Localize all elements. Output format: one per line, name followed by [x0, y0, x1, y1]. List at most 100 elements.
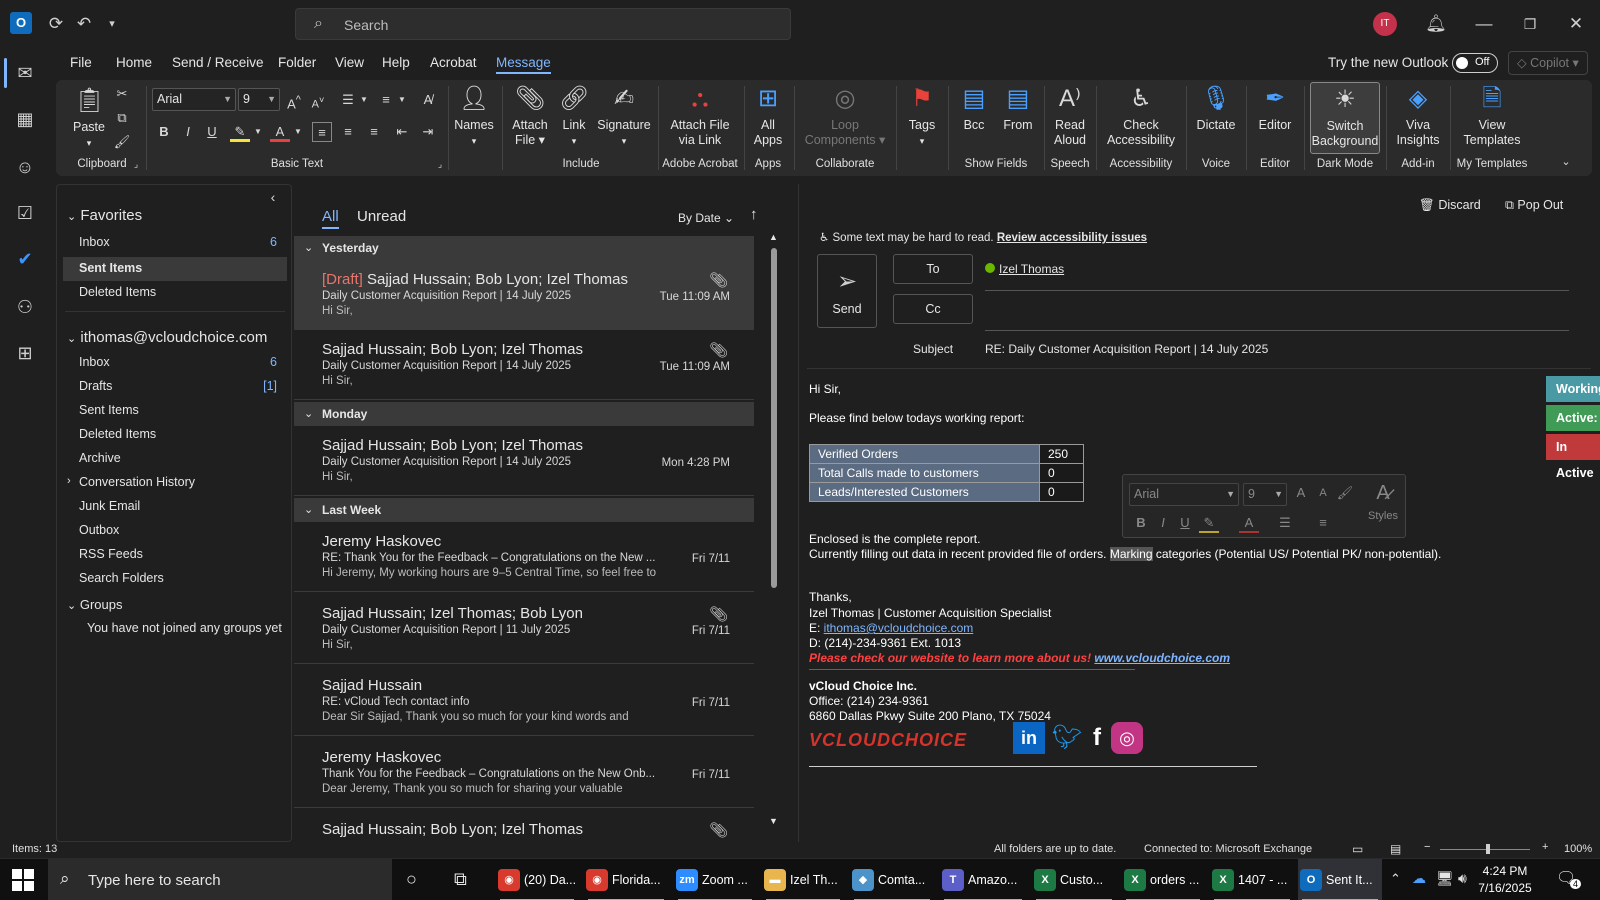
cc-button[interactable]: Cc: [893, 294, 973, 324]
message-item[interactable]: [Draft] Sajjad Hussain; Bob Lyon; Izel T…: [294, 260, 754, 330]
taskbar-app[interactable]: X 1407 - ...: [1210, 859, 1294, 900]
signature-button[interactable]: ✍︎ Signature ▾: [596, 84, 652, 149]
tab-all[interactable]: All: [322, 208, 339, 229]
menu-folder[interactable]: Folder: [278, 55, 316, 70]
loop-components-button[interactable]: ◎ Loop Components ▾: [800, 84, 890, 148]
read-aloud-button[interactable]: A⁾ Read Aloud: [1050, 84, 1090, 148]
folder-deleted-items[interactable]: Deleted Items: [79, 427, 277, 441]
zoom-level[interactable]: 100%: [1564, 843, 1592, 855]
dictate-button[interactable]: 🎙︎ Dictate: [1192, 84, 1240, 133]
volume-icon[interactable]: 🔊︎: [1458, 870, 1467, 887]
discard-button[interactable]: 🗑︎ Discard: [1419, 198, 1481, 213]
align-right-icon[interactable]: ≡: [364, 122, 384, 142]
ribbon-expand-icon[interactable]: ⌄: [1556, 152, 1576, 172]
folder-rss-feeds[interactable]: RSS Feeds: [79, 547, 277, 561]
chevron-down-icon[interactable]: ▼: [248, 122, 268, 142]
taskbar-app[interactable]: T Amazo...: [940, 859, 1026, 900]
highlight-icon[interactable]: ✎: [230, 122, 250, 142]
menu-help[interactable]: Help: [382, 55, 410, 70]
review-accessibility-link[interactable]: Review accessibility issues: [997, 232, 1147, 244]
folder-inbox[interactable]: Inbox 6: [79, 355, 277, 369]
sort-direction-icon[interactable]: ↑: [750, 206, 758, 223]
grow-font-icon[interactable]: A: [1291, 483, 1311, 503]
send-button[interactable]: ➢ Send: [817, 254, 877, 328]
attach-via-link-button[interactable]: ⛬ Attach File via Link: [662, 84, 738, 148]
folder-search-folders[interactable]: Search Folders: [79, 571, 277, 585]
folder-archive[interactable]: Archive: [79, 451, 277, 465]
sync-icon[interactable]: ⟳: [44, 12, 68, 36]
sig-email-link[interactable]: ithomas@vcloudchoice.com: [824, 621, 974, 635]
bcc-button[interactable]: ▤ Bcc: [954, 84, 994, 133]
bullets-icon[interactable]: ☰: [1275, 513, 1295, 533]
font-size-combo[interactable]: 9 ▼: [238, 88, 280, 111]
viva-insights-button[interactable]: ◈ Viva Insights: [1392, 84, 1444, 148]
windows-start-icon[interactable]: [12, 869, 34, 891]
chevron-down-icon[interactable]: ▼: [392, 90, 412, 110]
maximize-icon[interactable]: ❐: [1518, 12, 1542, 36]
scroll-up-icon[interactable]: ▲: [769, 232, 778, 242]
linkedin-icon[interactable]: in: [1013, 722, 1045, 754]
increase-indent-icon[interactable]: ⇥: [418, 122, 438, 142]
search-input[interactable]: [344, 15, 744, 35]
normal-view-icon[interactable]: ▭: [1352, 842, 1363, 856]
mini-font-combo[interactable]: Arial ▼: [1129, 483, 1239, 506]
zoom-in-icon[interactable]: +: [1542, 841, 1548, 853]
all-apps-button[interactable]: ⊞ All Apps: [748, 84, 788, 148]
taskbar-clock[interactable]: 4:24 PM 7/16/2025: [1468, 863, 1542, 897]
folder-outbox[interactable]: Outbox: [79, 523, 277, 537]
side-tab-inactive[interactable]: In Active: [1546, 434, 1600, 480]
highlight-icon[interactable]: ✎: [1199, 513, 1219, 533]
taskbar-app[interactable]: ◉ (20) Da...: [496, 859, 578, 900]
underline-icon[interactable]: U: [202, 122, 222, 142]
collapse-pane-icon[interactable]: ‹: [263, 187, 283, 207]
format-painter-icon[interactable]: 🖌︎: [1335, 483, 1355, 503]
taskbar-app[interactable]: ◆ Comta...: [850, 859, 934, 900]
message-item[interactable]: Jeremy Haskovec RE: Thank You for the Fe…: [294, 522, 754, 592]
scroll-down-icon[interactable]: ▼: [769, 816, 778, 826]
font-color-icon[interactable]: A: [270, 122, 290, 142]
message-item[interactable]: Sajjad Hussain; Bob Lyon; Izel Thomas Da…: [294, 426, 754, 496]
folder-sent-items[interactable]: Sent Items: [79, 403, 277, 417]
names-button[interactable]: 👤︎ Names ▾: [452, 84, 496, 149]
menu-acrobat[interactable]: Acrobat: [430, 55, 477, 70]
chevron-right-icon[interactable]: ›: [67, 475, 71, 487]
align-left-icon[interactable]: ≡: [312, 122, 332, 142]
group-header-yesterday[interactable]: ⌄ Yesterday: [294, 236, 754, 260]
taskbar-app[interactable]: ◉ Florida...: [584, 859, 668, 900]
folder-junk-email[interactable]: Junk Email: [79, 499, 277, 513]
tab-unread[interactable]: Unread: [357, 208, 406, 225]
menu-home[interactable]: Home: [116, 55, 152, 70]
clear-formatting-icon[interactable]: A̸: [418, 90, 438, 110]
menu-file[interactable]: File: [70, 55, 92, 70]
from-button[interactable]: ▤ From: [998, 84, 1038, 133]
customize-toolbar-icon[interactable]: ▾: [100, 12, 124, 36]
pop-out-button[interactable]: ⧉ Pop Out: [1505, 198, 1563, 213]
people-icon[interactable]: ☺: [12, 154, 38, 180]
zoom-slider-thumb[interactable]: [1486, 844, 1490, 854]
folder-fav-inbox[interactable]: Inbox 6: [79, 235, 277, 249]
cut-icon[interactable]: ✂: [112, 84, 132, 104]
message-item[interactable]: Sajjad Hussain; Izel Thomas; Bob Lyon 📎︎…: [294, 594, 754, 664]
paste-button[interactable]: 📋︎ Paste ▾: [70, 86, 108, 151]
view-templates-button[interactable]: 🗎︎ View Templates: [1454, 84, 1530, 148]
sig-website-link[interactable]: www.vcloudchoice.com: [1094, 651, 1230, 665]
minimize-icon[interactable]: —: [1472, 12, 1496, 36]
copy-icon[interactable]: ⧉: [112, 108, 132, 128]
search-box[interactable]: ⌕: [295, 8, 791, 40]
message-item[interactable]: Sajjad Hussain; Bob Lyon; Izel Thomas 📎︎: [294, 810, 754, 842]
styles-button[interactable]: A̷ Styles: [1363, 481, 1403, 524]
twitter-icon[interactable]: 🐦︎: [1051, 722, 1083, 754]
onedrive-icon[interactable]: ☁: [1412, 870, 1426, 887]
task-view-icon[interactable]: ⧉: [454, 869, 467, 890]
italic-icon[interactable]: I: [1153, 513, 1173, 533]
undo-icon[interactable]: ↶: [72, 12, 96, 36]
zoom-out-icon[interactable]: −: [1424, 841, 1430, 853]
mail-icon[interactable]: ✉: [12, 60, 38, 86]
bold-icon[interactable]: B: [1131, 513, 1151, 533]
side-tab-working[interactable]: Working: [1546, 376, 1600, 402]
basic-text-launcher-icon[interactable]: ⌟: [434, 158, 446, 170]
apps-icon[interactable]: ⊞: [12, 340, 38, 366]
taskbar-app[interactable]: zm Zoom ...: [674, 859, 756, 900]
underline-icon[interactable]: U: [1175, 513, 1195, 533]
to-field[interactable]: Izel Thomas: [985, 262, 1064, 276]
